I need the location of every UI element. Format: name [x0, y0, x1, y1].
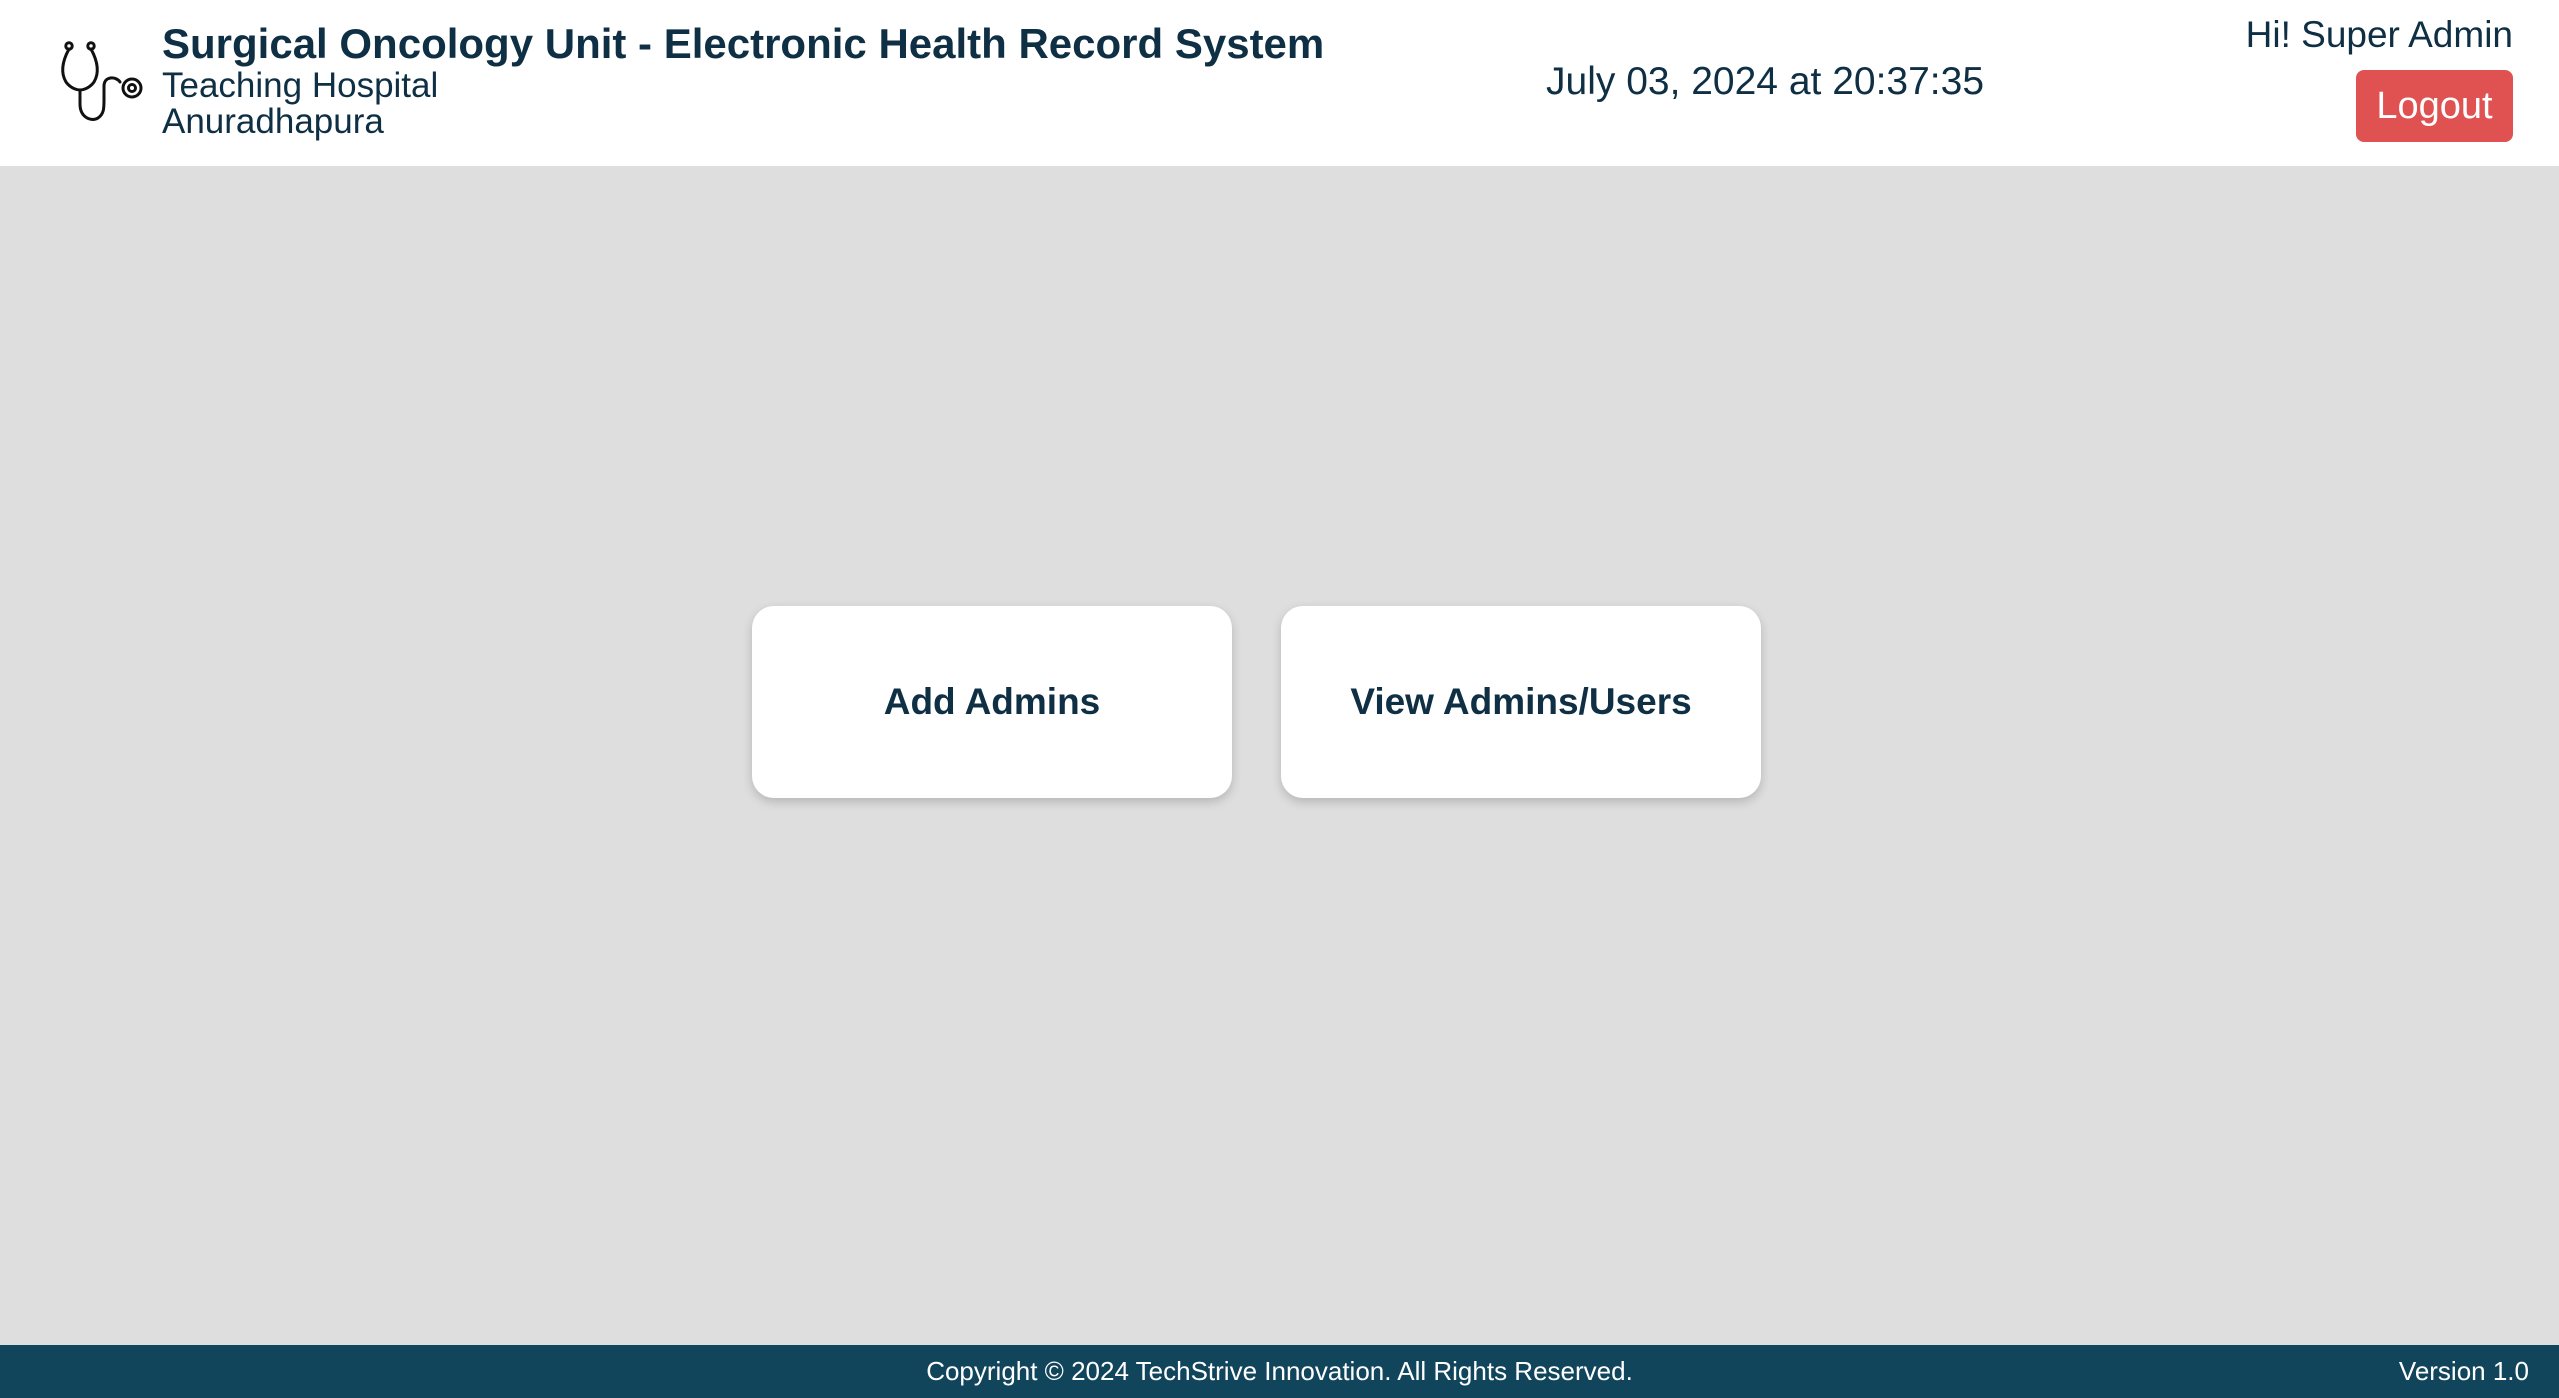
logout-button[interactable]: Logout [2356, 70, 2513, 142]
app-footer: Copyright © 2024 TechStrive Innovation. … [0, 1345, 2559, 1398]
current-datetime: July 03, 2024 at 20:37:35 [1546, 60, 1985, 103]
app-header: Surgical Oncology Unit - Electronic Heal… [0, 0, 2559, 166]
hospital-name: Teaching Hospital Anuradhapura [162, 68, 438, 140]
add-admins-card[interactable]: Add Admins [752, 606, 1232, 798]
user-greeting: Hi! Super Admin [2245, 14, 2513, 55]
page: Surgical Oncology Unit - Electronic Heal… [0, 0, 2559, 1398]
app-title: Surgical Oncology Unit - Electronic Heal… [162, 20, 1325, 67]
copyright-text: Copyright © 2024 TechStrive Innovation. … [926, 1356, 1633, 1386]
view-admins-users-label: View Admins/Users [1350, 681, 1692, 722]
hospital-name-line-1: Teaching Hospital [162, 66, 439, 105]
stethoscope-icon [61, 41, 143, 121]
version-text: Version 1.0 [2398, 1356, 2529, 1386]
add-admins-label: Add Admins [883, 681, 1101, 722]
view-admins-users-card[interactable]: View Admins/Users [1281, 606, 1761, 798]
hospital-name-line-2: Anuradhapura [162, 102, 384, 141]
